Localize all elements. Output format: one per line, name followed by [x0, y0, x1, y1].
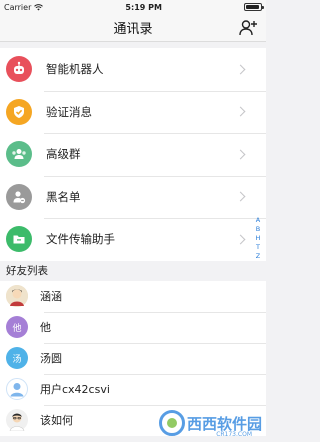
folder-icon: [6, 226, 32, 253]
friend-name: 汤圆: [40, 352, 62, 365]
index-letter[interactable]: H: [256, 234, 261, 243]
row-label: 智能机器人: [46, 62, 104, 77]
shield-check-icon: [6, 98, 32, 125]
nav-bar: 通讯录: [0, 14, 266, 42]
list-item[interactable]: 汤 汤圆: [0, 342, 266, 374]
status-left: Carrier: [4, 2, 44, 12]
avatar: [6, 409, 28, 431]
watermark-logo-icon: [158, 410, 185, 436]
function-list: 智能机器人 验证消息 高级群 黑名单 文件传输助手: [0, 48, 266, 261]
battery-icon: [244, 3, 264, 11]
avatar: 他: [6, 316, 28, 338]
index-letter[interactable]: B: [256, 225, 260, 234]
friend-name: 他: [40, 321, 51, 334]
status-right: [244, 3, 264, 11]
row-robot[interactable]: 智能机器人: [0, 48, 266, 91]
avatar: [6, 378, 28, 400]
row-advanced-group[interactable]: 高级群: [0, 133, 266, 176]
row-label: 黑名单: [46, 189, 81, 204]
add-user-icon: [239, 20, 257, 36]
row-label: 高级群: [46, 147, 81, 162]
friend-name: 用户cx42csvi: [40, 383, 110, 396]
chevron-right-icon: [235, 191, 246, 202]
index-letter[interactable]: Z: [256, 252, 260, 261]
avatar-text: 他: [12, 323, 22, 334]
watermark-sub: CR173.COM: [216, 431, 252, 438]
watermark: 西西软件园 CR173.COM: [158, 410, 262, 438]
row-label: 验证消息: [46, 104, 92, 119]
clock: 5:19 PM: [125, 2, 162, 12]
row-blacklist[interactable]: 黑名单: [0, 175, 266, 218]
blocked-user-icon: [6, 183, 32, 210]
add-friend-button[interactable]: [238, 18, 258, 38]
chevron-right-icon: [235, 149, 246, 160]
row-file-transfer[interactable]: 文件传输助手: [0, 218, 266, 261]
alphabet-index[interactable]: A B H T Z: [253, 216, 263, 261]
page-title: 通讯录: [113, 22, 153, 37]
chevron-right-icon: [235, 106, 246, 117]
section-header-friends: 好友列表: [0, 260, 266, 281]
list-item[interactable]: 涵涵: [0, 280, 266, 312]
list-item[interactable]: 用户cx42csvi: [0, 373, 266, 405]
avatar: 汤: [6, 347, 28, 369]
friend-name: 涵涵: [40, 290, 62, 303]
list-item[interactable]: 他 他: [0, 311, 266, 343]
chevron-right-icon: [235, 64, 246, 75]
wifi-icon: [34, 3, 44, 10]
carrier-label: Carrier: [4, 2, 32, 12]
row-label: 文件传输助手: [46, 232, 115, 247]
index-letter[interactable]: A: [256, 216, 260, 225]
group-icon: [6, 141, 32, 168]
chevron-right-icon: [235, 234, 246, 245]
index-letter[interactable]: T: [256, 243, 260, 252]
avatar-text: 汤: [12, 354, 22, 365]
robot-icon: [6, 56, 32, 83]
row-verify-message[interactable]: 验证消息: [0, 90, 266, 133]
status-bar: Carrier 5:19 PM: [0, 0, 266, 14]
avatar: [6, 285, 28, 307]
